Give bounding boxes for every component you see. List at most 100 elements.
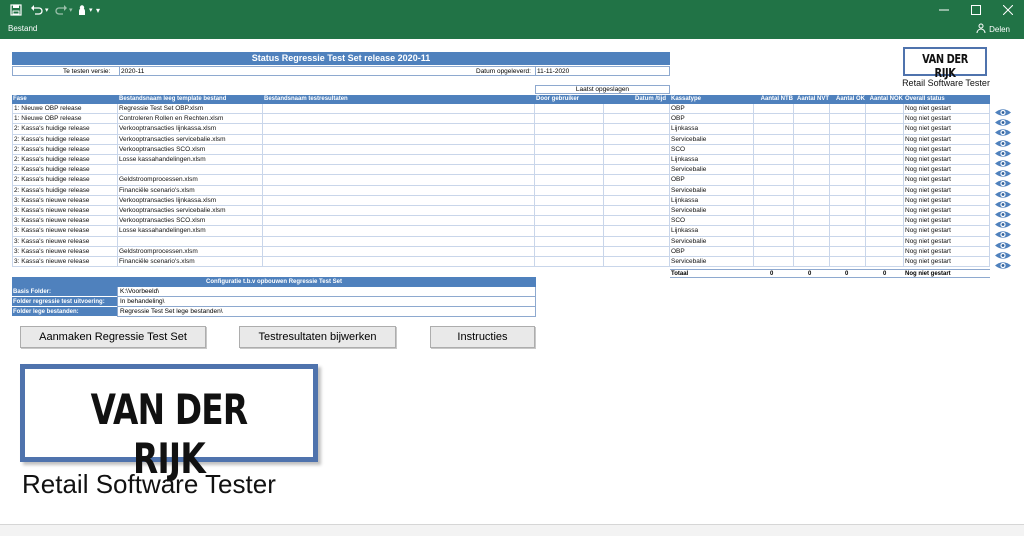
cell-user[interactable]: [535, 246, 604, 257]
cell-kassatype[interactable]: Servicebalie: [670, 134, 754, 145]
eye-icon[interactable]: [994, 104, 1012, 116]
cell-nok[interactable]: [866, 236, 904, 247]
cell-template[interactable]: Financiële scenario's.xlsm: [118, 257, 263, 268]
cell-ok[interactable]: [830, 236, 866, 247]
cell-status[interactable]: Nog niet gestart: [904, 195, 990, 206]
cell-fase[interactable]: 2: Kassa's huidige release: [12, 124, 118, 135]
cell-ok[interactable]: [830, 104, 866, 115]
cell-results[interactable]: [263, 216, 535, 227]
maximize-button[interactable]: [960, 0, 992, 20]
cell-template[interactable]: Verkooptransacties servicebalie.xlsm: [118, 206, 263, 217]
cell-ntb[interactable]: [754, 206, 794, 217]
cell-kassatype[interactable]: OBP: [670, 175, 754, 186]
cell-ntb[interactable]: [754, 257, 794, 268]
cell-fase[interactable]: 2: Kassa's huidige release: [12, 185, 118, 196]
cell-ntb[interactable]: [754, 226, 794, 237]
cell-template[interactable]: [118, 236, 263, 247]
cell-datetime[interactable]: [604, 226, 670, 237]
cell-ok[interactable]: [830, 165, 866, 176]
cell-results[interactable]: [263, 165, 535, 176]
cell-nok[interactable]: [866, 226, 904, 237]
cell-user[interactable]: [535, 134, 604, 145]
cell-ntb[interactable]: [754, 114, 794, 125]
cell-kassatype[interactable]: Lijnkassa: [670, 195, 754, 206]
cell-ok[interactable]: [830, 185, 866, 196]
eye-icon[interactable]: [994, 165, 1012, 177]
cell-status[interactable]: Nog niet gestart: [904, 216, 990, 227]
config-base-value[interactable]: K:\Voorbeeld\: [117, 287, 536, 297]
cell-kassatype[interactable]: OBP: [670, 246, 754, 257]
cell-nvt[interactable]: [794, 236, 830, 247]
cell-kassatype[interactable]: Servicebalie: [670, 236, 754, 247]
cell-nvt[interactable]: [794, 104, 830, 115]
cell-user[interactable]: [535, 175, 604, 186]
cell-nok[interactable]: [866, 134, 904, 145]
cell-ok[interactable]: [830, 257, 866, 268]
cell-template[interactable]: Verkooptransacties SCO.xlsm: [118, 216, 263, 227]
cell-status[interactable]: Nog niet gestart: [904, 246, 990, 257]
cell-kassatype[interactable]: OBP: [670, 114, 754, 125]
cell-ntb[interactable]: [754, 104, 794, 115]
cell-ntb[interactable]: [754, 175, 794, 186]
cell-template[interactable]: Losse kassahandelingen.xlsm: [118, 155, 263, 166]
cell-fase[interactable]: 3: Kassa's nieuwe release: [12, 216, 118, 227]
eye-icon[interactable]: [994, 175, 1012, 188]
cell-datetime[interactable]: [604, 155, 670, 166]
cell-datetime[interactable]: [604, 236, 670, 247]
cell-nok[interactable]: [866, 195, 904, 206]
cell-user[interactable]: [535, 114, 604, 125]
create-test-set-button[interactable]: Aanmaken Regressie Test Set: [20, 326, 206, 348]
cell-fase[interactable]: 3: Kassa's nieuwe release: [12, 226, 118, 237]
cell-datetime[interactable]: [604, 144, 670, 155]
cell-fase[interactable]: 1: Nieuwe OBP release: [12, 104, 118, 115]
cell-status[interactable]: Nog niet gestart: [904, 155, 990, 166]
cell-user[interactable]: [535, 144, 604, 155]
cell-ok[interactable]: [830, 226, 866, 237]
cell-nok[interactable]: [866, 216, 904, 227]
cell-fase[interactable]: 3: Kassa's nieuwe release: [12, 257, 118, 268]
cell-fase[interactable]: 3: Kassa's nieuwe release: [12, 246, 118, 257]
cell-ntb[interactable]: [754, 124, 794, 135]
cell-status[interactable]: Nog niet gestart: [904, 206, 990, 217]
cell-status[interactable]: Nog niet gestart: [904, 114, 990, 125]
cell-nvt[interactable]: [794, 114, 830, 125]
cell-ntb[interactable]: [754, 165, 794, 176]
cell-template[interactable]: Verkooptransacties servicebalie.xlsm: [118, 134, 263, 145]
cell-nok[interactable]: [866, 175, 904, 186]
eye-icon[interactable]: [994, 237, 1012, 249]
cell-status[interactable]: Nog niet gestart: [904, 124, 990, 135]
cell-nok[interactable]: [866, 246, 904, 257]
cell-fase[interactable]: 2: Kassa's huidige release: [12, 155, 118, 166]
cell-datetime[interactable]: [604, 206, 670, 217]
cell-nok[interactable]: [866, 165, 904, 176]
cell-status[interactable]: Nog niet gestart: [904, 175, 990, 186]
config-running-value[interactable]: In behandeling\: [117, 297, 536, 307]
cell-user[interactable]: [535, 104, 604, 115]
eye-icon[interactable]: [994, 226, 1012, 239]
cell-nvt[interactable]: [794, 134, 830, 145]
cell-nvt[interactable]: [794, 246, 830, 257]
share-button[interactable]: Delen: [976, 23, 1010, 35]
cell-nok[interactable]: [866, 104, 904, 115]
cell-ntb[interactable]: [754, 216, 794, 227]
cell-nok[interactable]: [866, 155, 904, 166]
cell-kassatype[interactable]: OBP: [670, 104, 754, 115]
cell-nok[interactable]: [866, 206, 904, 217]
cell-results[interactable]: [263, 175, 535, 186]
cell-template[interactable]: Verkooptransacties lijnkassa.xlsm: [118, 195, 263, 206]
cell-results[interactable]: [263, 144, 535, 155]
cell-nok[interactable]: [866, 257, 904, 268]
cell-nok[interactable]: [866, 124, 904, 135]
cell-fase[interactable]: 2: Kassa's huidige release: [12, 134, 118, 145]
cell-datetime[interactable]: [604, 257, 670, 268]
date-value[interactable]: 11-11-2020: [537, 68, 569, 75]
cell-status[interactable]: Nog niet gestart: [904, 134, 990, 145]
cell-results[interactable]: [263, 134, 535, 145]
cell-ok[interactable]: [830, 134, 866, 145]
cell-nvt[interactable]: [794, 216, 830, 227]
eye-icon[interactable]: [994, 145, 1012, 157]
cell-fase[interactable]: 3: Kassa's nieuwe release: [12, 195, 118, 206]
cell-status[interactable]: Nog niet gestart: [904, 257, 990, 268]
cell-ntb[interactable]: [754, 144, 794, 155]
cell-nvt[interactable]: [794, 195, 830, 206]
